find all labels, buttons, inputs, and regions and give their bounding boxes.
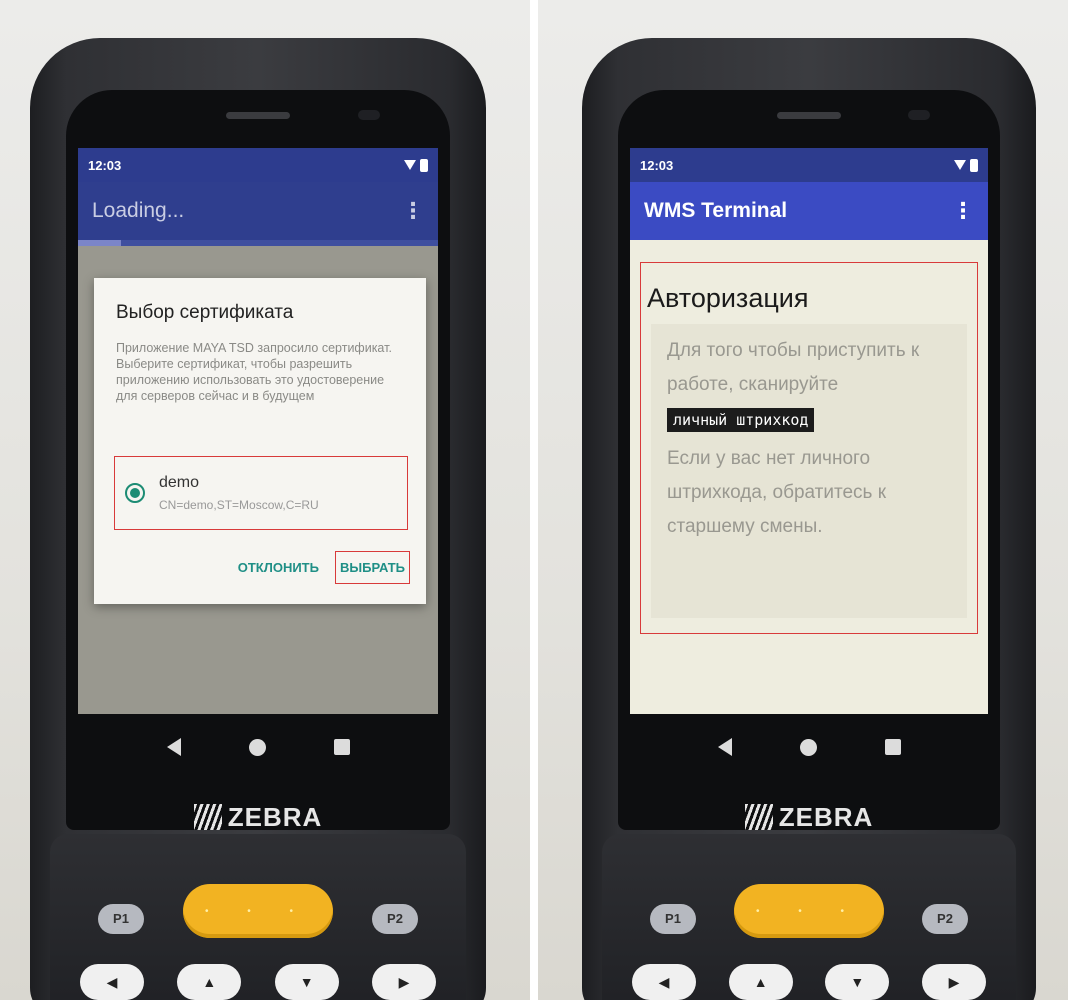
app-bar: Loading... ⋮: [78, 182, 438, 240]
wifi-icon: [954, 160, 966, 170]
auth-help: Если у вас нет личного штрихкода, обрати…: [667, 448, 887, 537]
certificate-dialog: Выбор сертификата Приложение MAYA TSD за…: [94, 278, 426, 604]
status-time: 12:03: [88, 157, 122, 173]
app-title: Loading...: [92, 199, 185, 222]
overflow-menu-icon[interactable]: ⋮: [402, 200, 424, 222]
scan-key-dots: • • •: [204, 906, 312, 917]
status-bar: 12:03: [630, 148, 988, 182]
auth-title: Авторизация: [647, 283, 809, 313]
status-bar: 12:03: [78, 148, 438, 182]
right-arrow-key[interactable]: ▶: [921, 964, 986, 1000]
arrow-keys: ◀ ▲ ▼ ▶: [80, 964, 436, 1000]
photo-divider: [530, 0, 538, 1000]
certificate-subject: CN=demo,ST=Moscow,C=RU: [159, 498, 319, 512]
up-arrow-key[interactable]: ▲: [177, 964, 242, 1000]
down-arrow-key[interactable]: ▼: [825, 964, 890, 1000]
nav-bar: [618, 738, 1000, 756]
right-arrow-key[interactable]: ▶: [371, 964, 436, 1000]
zebra-head-icon: [744, 804, 773, 830]
back-icon[interactable]: [166, 738, 181, 756]
brand-name: ZEBRA: [778, 802, 874, 832]
battery-icon: [970, 158, 978, 172]
brand-name: ZEBRA: [227, 802, 323, 832]
device-screen: 12:03 WMS Terminal ⋮ Авторизация Для тог…: [630, 148, 988, 714]
p1-key[interactable]: P1: [650, 904, 696, 934]
auth-instructions-card: Для того чтобы приступить к работе, скан…: [651, 324, 967, 618]
hardware-keypad: P1 • • • P2 ◀ ▲ ▼ ▶: [50, 834, 466, 1000]
overflow-menu-icon[interactable]: ⋮: [952, 200, 974, 222]
recents-icon[interactable]: [884, 739, 901, 755]
up-arrow-key[interactable]: ▲: [728, 964, 793, 1000]
home-icon[interactable]: [248, 738, 266, 756]
app-bar: WMS Terminal ⋮: [630, 182, 988, 240]
p2-key[interactable]: P2: [372, 904, 418, 934]
dialog-title: Выбор сертификата: [116, 302, 294, 323]
zebra-head-icon: [193, 804, 222, 830]
right-device-photo: 12:03 WMS Terminal ⋮ Авторизация Для тог…: [538, 0, 1068, 1000]
device-bezel: 12:03 WMS Terminal ⋮ Авторизация Для тог…: [618, 90, 1000, 833]
device-screen: 12:03 Loading... ⋮ Выбор сертификата При…: [78, 148, 438, 714]
barcode-label: личный штрихкод: [667, 408, 815, 432]
auth-instruction: Для того чтобы приступить к работе, скан…: [667, 340, 920, 395]
scan-trigger-key[interactable]: • • •: [734, 884, 884, 938]
deny-button[interactable]: ОТКЛОНИТЬ: [234, 552, 323, 583]
authorization-panel: Авторизация Для того чтобы приступить к …: [640, 262, 978, 634]
p1-key[interactable]: P1: [98, 904, 144, 934]
radio-selected-icon[interactable]: [125, 483, 145, 503]
left-arrow-key[interactable]: ◀: [632, 964, 696, 1000]
recents-icon[interactable]: [333, 739, 350, 755]
certificate-option-demo[interactable]: demo CN=demo,ST=Moscow,C=RU: [114, 456, 408, 530]
home-icon[interactable]: [799, 738, 817, 756]
brand-logo: ZEBRA: [618, 802, 1000, 833]
scan-trigger-key[interactable]: • • •: [183, 884, 333, 938]
speaker-grille: [226, 112, 290, 119]
front-camera: [908, 110, 930, 120]
brand-logo: ZEBRA: [66, 802, 450, 833]
certificate-info: demo CN=demo,ST=Moscow,C=RU: [159, 474, 319, 512]
back-icon[interactable]: [717, 738, 732, 756]
front-camera: [358, 110, 380, 120]
status-icons: [404, 158, 428, 172]
device-body: 12:03 Loading... ⋮ Выбор сертификата При…: [30, 38, 486, 1000]
wifi-icon: [404, 160, 416, 170]
arrow-keys: ◀ ▲ ▼ ▶: [632, 964, 986, 1000]
select-button[interactable]: ВЫБРАТЬ: [334, 551, 410, 584]
app-title: WMS Terminal: [644, 199, 788, 222]
nav-bar: [66, 738, 450, 756]
certificate-name: demo: [159, 474, 200, 491]
device-body: 12:03 WMS Terminal ⋮ Авторизация Для тог…: [582, 38, 1036, 1000]
left-device-photo: 12:03 Loading... ⋮ Выбор сертификата При…: [0, 0, 530, 1000]
p2-key[interactable]: P2: [922, 904, 968, 934]
dialog-message: Приложение MAYA TSD запросило сертификат…: [116, 341, 392, 403]
hardware-keypad: P1 • • • P2 ◀ ▲ ▼ ▶: [602, 834, 1016, 1000]
device-bezel: 12:03 Loading... ⋮ Выбор сертификата При…: [66, 90, 450, 833]
speaker-grille: [777, 112, 841, 119]
battery-icon: [420, 158, 428, 172]
scan-key-dots: • • •: [755, 906, 863, 917]
status-time: 12:03: [640, 157, 674, 173]
left-arrow-key[interactable]: ◀: [80, 964, 144, 1000]
dialog-actions: ОТКЛОНИТЬ ВЫБРАТЬ: [234, 551, 410, 584]
status-icons: [954, 158, 978, 172]
down-arrow-key[interactable]: ▼: [274, 964, 339, 1000]
